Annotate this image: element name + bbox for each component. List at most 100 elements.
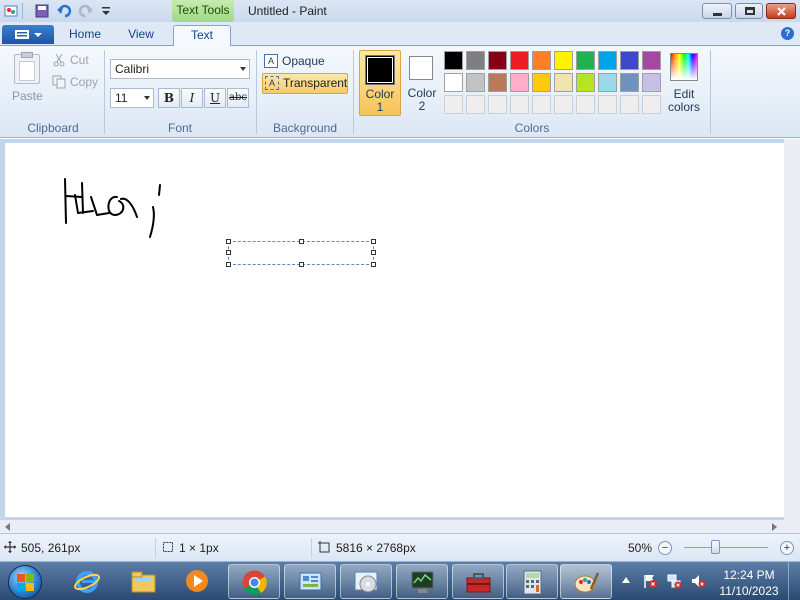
edit-colors-button[interactable]: Edit colors — [668, 52, 704, 118]
palette-swatch[interactable] — [598, 73, 617, 92]
zoom-slider[interactable] — [684, 547, 768, 548]
save-icon[interactable] — [34, 3, 50, 19]
palette-swatch[interactable] — [554, 73, 573, 92]
font-family-select[interactable]: Calibri — [110, 59, 250, 79]
clock-time[interactable]: 12:24 PM — [716, 568, 782, 582]
palette-swatch[interactable] — [554, 95, 573, 114]
status-separator — [311, 538, 312, 558]
title-bar: Text Tools Untitled - Paint — [0, 0, 800, 22]
palette-swatch[interactable] — [488, 51, 507, 70]
palette-swatch[interactable] — [642, 95, 661, 114]
palette-swatch[interactable] — [576, 51, 595, 70]
tab-text[interactable]: Text — [173, 25, 231, 47]
palette-swatch[interactable] — [466, 95, 485, 114]
bold-button[interactable]: B — [158, 88, 180, 108]
strikethrough-button[interactable]: abc — [227, 88, 249, 108]
palette-swatch[interactable] — [598, 95, 617, 114]
resize-handle-w[interactable] — [226, 250, 231, 255]
taskbar-disc-burner[interactable] — [340, 564, 392, 599]
palette-swatch[interactable] — [466, 51, 485, 70]
tab-view[interactable]: View — [116, 25, 166, 46]
zoom-out-button[interactable]: − — [658, 541, 672, 555]
text-input-box[interactable] — [226, 239, 376, 267]
horizontal-scrollbar[interactable] — [0, 519, 784, 533]
start-button[interactable] — [8, 565, 42, 599]
zoom-in-button[interactable]: + — [780, 541, 794, 555]
volume-muted-icon[interactable] — [690, 573, 706, 589]
palette-swatch[interactable] — [532, 95, 551, 114]
palette-swatch[interactable] — [598, 51, 617, 70]
colors-group-label: Colors — [514, 121, 550, 135]
minimize-button[interactable] — [702, 3, 732, 19]
scroll-right-icon[interactable] — [772, 523, 777, 531]
palette-swatch[interactable] — [466, 73, 485, 92]
paint-app-icon[interactable] — [3, 3, 19, 19]
show-desktop-button[interactable] — [788, 562, 800, 600]
palette-swatch[interactable] — [642, 51, 661, 70]
palette-swatch[interactable] — [444, 95, 463, 114]
palette-swatch[interactable] — [576, 73, 595, 92]
color1-button[interactable]: Color 1 — [359, 50, 401, 116]
scissors-icon — [53, 53, 65, 67]
undo-icon[interactable] — [56, 3, 72, 19]
font-size-select[interactable]: 11 — [110, 88, 154, 108]
taskbar-chrome[interactable] — [228, 564, 280, 599]
action-center-flag-icon[interactable] — [642, 573, 658, 589]
palette-swatch[interactable] — [444, 51, 463, 70]
zoom-slider-thumb[interactable] — [711, 540, 720, 554]
redo-icon[interactable] — [78, 3, 94, 19]
palette-swatch[interactable] — [488, 73, 507, 92]
close-button[interactable] — [766, 3, 796, 19]
paste-button[interactable] — [14, 52, 40, 84]
palette-swatch[interactable] — [532, 73, 551, 92]
taskbar-file-explorer[interactable] — [118, 564, 170, 599]
palette-swatch[interactable] — [444, 73, 463, 92]
palette-swatch[interactable] — [510, 95, 529, 114]
palette-swatch[interactable] — [554, 51, 573, 70]
resize-handle-sw[interactable] — [226, 262, 231, 267]
clock-date[interactable]: 11/10/2023 — [716, 584, 782, 598]
opaque-button[interactable]: A Opaque — [262, 52, 352, 71]
resize-handle-nw[interactable] — [226, 239, 231, 244]
transparent-button[interactable]: A Transparent — [262, 73, 348, 94]
network-monitor-icon — [411, 571, 434, 593]
network-icon[interactable] — [666, 573, 682, 589]
vertical-scrollbar[interactable] — [784, 139, 800, 533]
underline-button[interactable]: U — [204, 88, 226, 108]
color2-button[interactable]: Color 2 — [404, 50, 440, 116]
paint-menu-button[interactable] — [2, 25, 54, 44]
taskbar-calculator[interactable] — [506, 564, 558, 599]
taskbar-network-monitor[interactable] — [396, 564, 448, 599]
window-title: Untitled - Paint — [248, 4, 327, 18]
show-hidden-icons-button[interactable] — [622, 577, 630, 583]
taskbar-internet-explorer[interactable] — [62, 564, 114, 599]
help-icon[interactable]: ? — [781, 27, 794, 40]
taskbar-control-panel[interactable] — [284, 564, 336, 599]
resize-handle-e[interactable] — [371, 250, 376, 255]
resize-handle-se[interactable] — [371, 262, 376, 267]
scroll-left-icon[interactable] — [5, 523, 10, 531]
palette-swatch[interactable] — [642, 73, 661, 92]
resize-handle-s[interactable] — [299, 262, 304, 267]
restore-button[interactable] — [735, 3, 763, 19]
customize-quick-access-icon[interactable] — [98, 3, 114, 19]
palette-swatch[interactable] — [488, 95, 507, 114]
resize-handle-n[interactable] — [299, 239, 304, 244]
palette-swatch[interactable] — [620, 95, 639, 114]
palette-swatch[interactable] — [620, 73, 639, 92]
palette-swatch[interactable] — [510, 73, 529, 92]
drawing-canvas[interactable] — [5, 143, 784, 517]
opaque-icon: A — [264, 54, 278, 68]
palette-swatch[interactable] — [510, 51, 529, 70]
italic-button[interactable]: I — [181, 88, 203, 108]
palette-swatch[interactable] — [620, 51, 639, 70]
resize-handle-ne[interactable] — [371, 239, 376, 244]
copy-button[interactable]: Copy — [52, 74, 102, 92]
palette-swatch[interactable] — [576, 95, 595, 114]
taskbar-media-player[interactable] — [172, 564, 224, 599]
taskbar-paint[interactable] — [560, 564, 612, 599]
taskbar-toolbox[interactable] — [452, 564, 504, 599]
tab-home[interactable]: Home — [60, 25, 110, 46]
cut-button[interactable]: Cut — [52, 52, 96, 70]
palette-swatch[interactable] — [532, 51, 551, 70]
